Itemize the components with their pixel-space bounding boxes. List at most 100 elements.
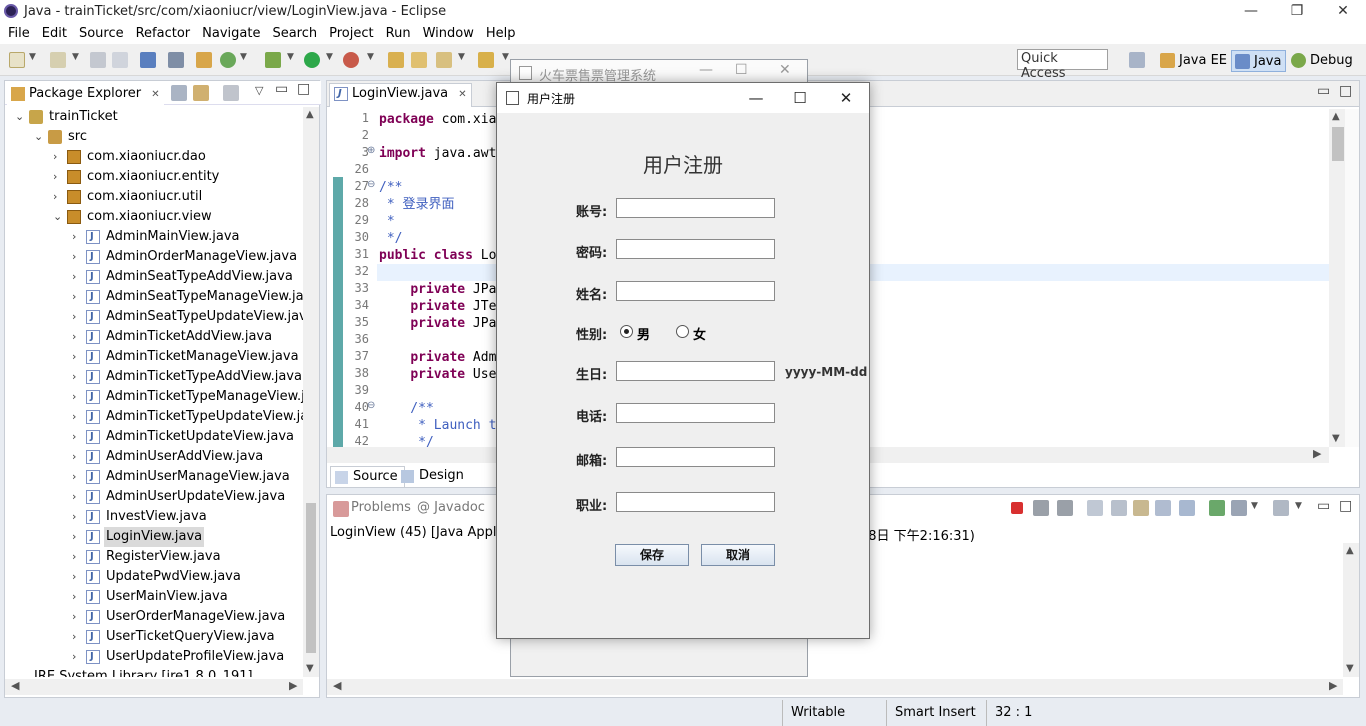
build-icon[interactable] — [196, 52, 212, 68]
tree-item[interactable]: ⌄ src — [5, 127, 305, 147]
scroll-thumb[interactable] — [1332, 127, 1344, 161]
dropdown-arrow-icon[interactable]: ▼ — [1295, 501, 1302, 511]
terminate-icon[interactable] — [1011, 502, 1023, 514]
show-on-output-icon[interactable] — [1155, 500, 1171, 516]
new-package-icon[interactable] — [50, 52, 66, 68]
open-perspective-icon[interactable] — [1129, 52, 1145, 68]
dropdown-arrow-icon[interactable]: ▼ — [326, 52, 333, 62]
filter-icon[interactable] — [223, 85, 239, 101]
tree-item[interactable]: › UpdatePwdView.java — [5, 567, 305, 587]
maximize-editor-icon[interactable]: □ — [1339, 83, 1352, 99]
minimize-view-icon[interactable]: ▭ — [1317, 498, 1330, 514]
dropdown-arrow-icon[interactable]: ▼ — [458, 52, 465, 62]
dropdown-arrow-icon[interactable]: ▼ — [72, 52, 79, 62]
email-field[interactable] — [616, 447, 775, 467]
tree-vertical-scrollbar[interactable]: ▲ ▼ — [303, 107, 319, 677]
name-field[interactable] — [616, 281, 775, 301]
expand-arrow-icon[interactable]: › — [72, 467, 82, 487]
tree-item[interactable]: › LoginView.java — [5, 527, 305, 547]
maximize-button[interactable]: ☐ — [735, 62, 748, 78]
word-wrap-icon[interactable] — [1133, 500, 1149, 516]
scroll-right-arrow-icon[interactable]: ▶ — [289, 679, 297, 692]
remove-launch-icon[interactable] — [1033, 500, 1049, 516]
external-tools-icon[interactable] — [343, 52, 359, 68]
tree-item[interactable]: › AdminTicketTypeUpdateView.java — [5, 407, 305, 427]
expand-arrow-icon[interactable]: › — [72, 247, 82, 267]
open-type-icon[interactable] — [388, 52, 404, 68]
tree-horizontal-scrollbar[interactable]: ◀ ▶ — [5, 679, 303, 695]
scroll-down-arrow-icon[interactable]: ▼ — [306, 663, 314, 674]
menu-window[interactable]: Window — [417, 24, 480, 44]
tree-item[interactable]: › AdminUserAddView.java — [5, 447, 305, 467]
scroll-thumb[interactable] — [306, 503, 316, 653]
menu-search[interactable]: Search — [266, 24, 323, 44]
collapse-arrow-icon[interactable]: ⌄ — [53, 207, 63, 227]
open-folder-icon[interactable] — [411, 52, 427, 68]
expand-arrow-icon[interactable]: › — [72, 407, 82, 427]
expand-arrow-icon[interactable]: › — [72, 507, 82, 527]
expand-arrow-icon[interactable]: › — [53, 187, 63, 207]
scroll-lock-icon[interactable] — [1111, 500, 1127, 516]
scroll-down-arrow-icon[interactable]: ▼ — [1332, 433, 1340, 444]
gender-female-radio[interactable] — [676, 325, 689, 338]
dropdown-arrow-icon[interactable]: ▼ — [502, 52, 509, 62]
collapse-arrow-icon[interactable]: ⌄ — [34, 127, 44, 147]
expand-arrow-icon[interactable]: › — [72, 287, 82, 307]
expand-arrow-icon[interactable]: › — [72, 367, 82, 387]
menu-refactor[interactable]: Refactor — [130, 24, 197, 44]
dropdown-arrow-icon[interactable]: ▼ — [367, 52, 374, 62]
close-tab-icon[interactable]: ✕ — [151, 89, 159, 100]
collapse-arrow-icon[interactable]: ⌄ — [15, 107, 25, 127]
menu-navigate[interactable]: Navigate — [196, 24, 266, 44]
scroll-right-arrow-icon[interactable]: ▶ — [1329, 679, 1337, 692]
tree-item[interactable]: › AdminTicketTypeManageView.java — [5, 387, 305, 407]
tree-item-partial[interactable]: JRE System Library [jre1.8.0_191] — [34, 667, 253, 677]
expand-arrow-icon[interactable]: › — [53, 167, 63, 187]
perspective-java-ee[interactable]: Java EE — [1157, 50, 1231, 72]
tree-item[interactable]: › InvestView.java — [5, 507, 305, 527]
fold-toggle-icon[interactable]: ⊖ — [367, 179, 375, 190]
expand-arrow-icon[interactable]: › — [72, 547, 82, 567]
password-field[interactable] — [616, 239, 775, 259]
cancel-button[interactable]: 取消 — [701, 544, 775, 566]
refresh-icon[interactable] — [220, 52, 236, 68]
close-button[interactable]: ✕ — [779, 62, 791, 78]
pin-console-icon[interactable] — [1179, 500, 1195, 516]
expand-arrow-icon[interactable]: › — [72, 607, 82, 627]
source-tab[interactable]: Source — [330, 466, 405, 488]
close-tab-icon[interactable]: ✕ — [458, 89, 466, 100]
maximize-view-icon[interactable]: □ — [1339, 498, 1352, 514]
tree-item[interactable]: › RegisterView.java — [5, 547, 305, 567]
tree-item[interactable]: › com.xiaoniucr.util — [5, 187, 305, 207]
save-all-icon[interactable] — [112, 52, 128, 68]
save-icon[interactable] — [90, 52, 106, 68]
tab-loginview-java[interactable]: LoginView.java ✕ — [329, 83, 472, 107]
dropdown-arrow-icon[interactable]: ▼ — [287, 52, 294, 62]
display-console-icon[interactable] — [1209, 500, 1225, 516]
collapse-all-icon[interactable] — [171, 85, 187, 101]
phone-field[interactable] — [616, 403, 775, 423]
scroll-up-arrow-icon[interactable]: ▲ — [1346, 545, 1354, 556]
tree-item[interactable]: › AdminSeatTypeUpdateView.java — [5, 307, 305, 327]
dropdown-arrow-icon[interactable]: ▼ — [29, 52, 36, 62]
console-vertical-scrollbar[interactable]: ▲ ▼ — [1343, 543, 1359, 677]
tree-item[interactable]: ⌄ com.xiaoniucr.view — [5, 207, 305, 227]
fold-toggle-icon[interactable]: ⊖ — [367, 400, 375, 411]
scroll-up-arrow-icon[interactable]: ▲ — [1332, 111, 1340, 122]
expand-arrow-icon[interactable]: › — [72, 427, 82, 447]
tree-item[interactable]: › UserOrderManageView.java — [5, 607, 305, 627]
scroll-down-arrow-icon[interactable]: ▼ — [1346, 663, 1354, 674]
dropdown-arrow-icon[interactable]: ▼ — [1251, 501, 1258, 511]
expand-arrow-icon[interactable]: › — [72, 267, 82, 287]
perspective-debug[interactable]: Debug — [1288, 50, 1357, 72]
expand-arrow-icon[interactable]: › — [72, 327, 82, 347]
expand-arrow-icon[interactable]: › — [72, 627, 82, 647]
tree-item[interactable]: › AdminTicketManageView.java — [5, 347, 305, 367]
menu-edit[interactable]: Edit — [36, 24, 73, 44]
close-button[interactable]: ✕ — [823, 83, 869, 113]
restore-button[interactable]: ❐ — [1274, 0, 1320, 24]
link-with-editor-icon[interactable] — [193, 85, 209, 101]
expand-arrow-icon[interactable]: › — [72, 227, 82, 247]
tree-item[interactable]: › UserTicketQueryView.java — [5, 627, 305, 647]
expand-arrow-icon[interactable]: › — [72, 487, 82, 507]
